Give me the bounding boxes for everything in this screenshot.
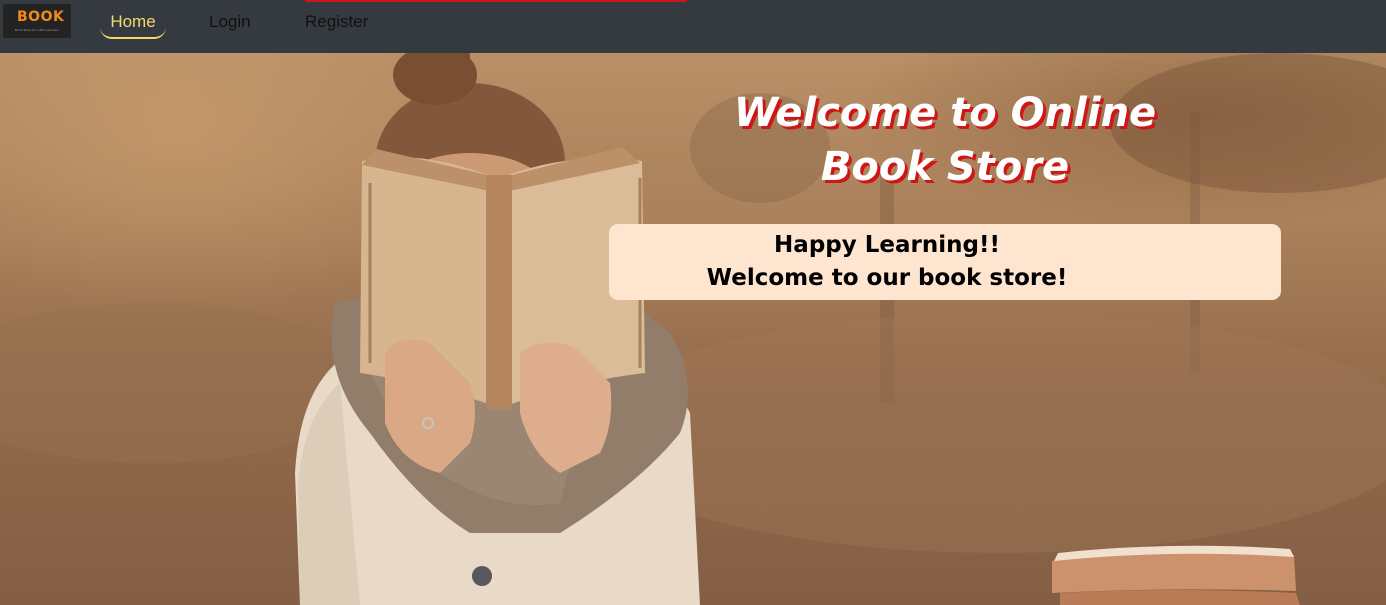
- nav-link-register[interactable]: Register: [305, 11, 368, 33]
- page: BOOK Book Store for Little Learners Home…: [0, 0, 1386, 605]
- logo-text: BOOK: [17, 9, 65, 25]
- welcome-message-line2: Welcome to our book store!: [706, 265, 1068, 291]
- logo-tagline: Book Store for Little Learners: [15, 28, 59, 32]
- navbar-accent-line: [305, 0, 687, 2]
- nav-link-home[interactable]: Home: [100, 11, 166, 39]
- brand-logo[interactable]: BOOK Book Store for Little Learners: [3, 4, 71, 38]
- hero-title: Welcome to Online Book Store: [690, 86, 1200, 194]
- navbar: BOOK Book Store for Little Learners Home…: [0, 0, 1386, 53]
- logo-wordmark: BOOK: [17, 9, 64, 27]
- welcome-message-box: Happy Learning!! Welcome to our book sto…: [609, 224, 1281, 300]
- hero-title-line2: Book Store: [820, 144, 1070, 190]
- hero-banner: Welcome to Online Book Store Happy Learn…: [0, 53, 1386, 605]
- nav-link-login[interactable]: Login: [209, 11, 251, 33]
- hero-title-line1: Welcome to Online: [733, 90, 1157, 136]
- welcome-message-line1: Happy Learning!!: [774, 232, 1000, 258]
